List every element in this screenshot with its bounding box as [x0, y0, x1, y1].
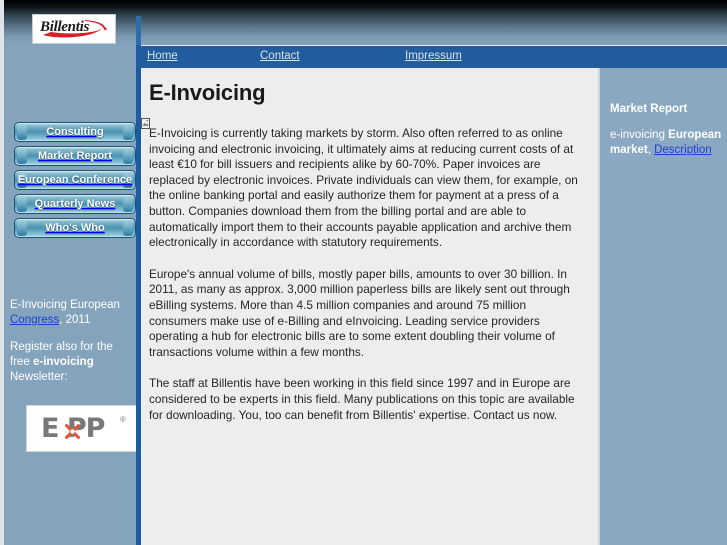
registered-trademark-symbol: ® [120, 415, 126, 424]
congress-promo-lead: E-Invoicing European [10, 299, 120, 311]
site-logo[interactable]: Billentis [32, 14, 116, 44]
sidebar-item-market-report[interactable]: Market Report [14, 146, 136, 166]
page-title: E-Invoicing [149, 80, 266, 105]
topnav-item-home[interactable]: Home [147, 50, 178, 62]
sidebar-item-label: Consulting [46, 126, 104, 138]
sidebar-item-whos-who[interactable]: Who's Who [14, 218, 136, 238]
sidebar-item-quarterly-news[interactable]: Quarterly News [14, 194, 136, 214]
site-logo-text: Billentis [40, 19, 89, 35]
sidebar-nav-list: Consulting Market Report European Confer… [14, 122, 136, 242]
sidebar-congress-promo: E-Invoicing European Congress, 2011 [10, 298, 136, 328]
content-paragraph: E-Invoicing is currently taking markets … [149, 126, 578, 250]
sidebar-item-label: Quarterly News [34, 198, 116, 210]
sidebar-item-label: European Conference [17, 174, 133, 186]
expp-partner-logo[interactable]: E PP ® [26, 405, 138, 452]
left-sidebar: Consulting Market Report European Confer… [4, 45, 138, 545]
right-sidebar-text-prefix: e-invoicing [610, 129, 669, 141]
right-sidebar-title: Market Report [610, 103, 688, 115]
content-paragraph: Europe's annual volume of bills, mostly … [149, 266, 570, 359]
sidebar-newsletter-promo: Register also for the free e-invoicing New… [10, 340, 136, 385]
right-sidebar-gap [598, 68, 600, 545]
topnav-item-contact[interactable]: Contact [260, 50, 300, 62]
sidebar-item-label: Market Report [38, 150, 112, 162]
newsletter-line-2-bold: e-invoicing [33, 356, 94, 368]
congress-promo-trail: , 2011 [59, 314, 91, 326]
newsletter-line-1: Register also for the [10, 341, 113, 353]
right-sidebar-body: e-invoicing European market, Description [610, 128, 722, 158]
sidebar-item-european-conference[interactable]: European Conference [14, 170, 136, 190]
expp-x-icon [65, 424, 80, 439]
newsletter-line-3: Newsletter: [10, 371, 68, 383]
main-content: E-Invoicing E-Invoicing is currently tak… [141, 68, 598, 545]
newsletter-line-2-prefix: free [10, 356, 34, 368]
description-link[interactable]: Description [654, 144, 712, 156]
header-vertical-separator [136, 16, 141, 45]
top-navigation-bar: Home Contact Impressum [141, 46, 727, 68]
sidebar-item-consulting[interactable]: Consulting [14, 122, 136, 142]
content-paragraph: The staff at Billentis have been working… [149, 376, 575, 422]
congress-link[interactable]: Congress [10, 314, 59, 326]
page-left-edge-strip [0, 0, 4, 545]
sidebar-item-label: Who's Who [45, 222, 105, 234]
page-root: Consulting Market Report European Confer… [0, 0, 727, 545]
broken-image-placeholder-icon [141, 118, 150, 129]
sidebar-content-divider [136, 45, 141, 545]
right-sidebar: Market Report e-invoicing European marke… [600, 68, 727, 545]
topnav-item-impressum[interactable]: Impressum [405, 50, 462, 62]
